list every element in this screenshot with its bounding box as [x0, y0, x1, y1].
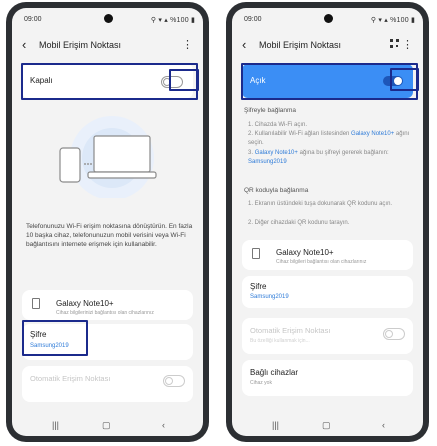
device-icon — [32, 298, 40, 309]
right-phone: 09:00 ⚲ ▾ ▴ %100 ▮ ‹ Mobil Erişim Noktas… — [226, 2, 429, 442]
auto-hotspot-title: Otomatik Erişim Noktası — [250, 326, 331, 335]
auto-hotspot-switch[interactable] — [383, 328, 405, 340]
home-icon[interactable]: ▢ — [102, 420, 111, 431]
highlight-box-switch — [169, 69, 199, 91]
step2-text-a: 2. Kullanılabilir Wi-Fi ağları listesind… — [248, 131, 350, 137]
step2-network: Galaxy Note10+ — [351, 131, 395, 137]
password-conn-header: Şifreyle bağlanma — [244, 107, 297, 114]
status-bar: 09:00 ⚲ ▾ ▴ %100 ▮ — [232, 8, 423, 28]
network-card[interactable]: Galaxy Note10+ Cihaz bilgilerinizi bağla… — [22, 290, 193, 320]
network-name: Galaxy Note10+ — [276, 248, 334, 257]
highlight-box-password — [22, 320, 88, 356]
status-icons: ⚲ ▾ ▴ %100 ▮ — [370, 17, 415, 24]
password-card[interactable]: Şifre Samsung2019 — [242, 276, 413, 308]
nav-bar: ||| ▢ ‹ — [232, 416, 423, 436]
auto-hotspot-card[interactable]: Otomatik Erişim Noktası Bu özelliği kull… — [242, 318, 413, 354]
nav-bar: ||| ▢ ‹ — [12, 416, 203, 436]
qr-step-1: 1. Ekranın üstündeki tuşa dokunarak QR k… — [248, 201, 393, 207]
page-title: Mobil Erişim Noktası — [39, 40, 122, 50]
recent-apps-icon[interactable]: ||| — [272, 420, 279, 430]
connected-value: Cihaz yok — [250, 380, 272, 386]
switch-knob — [385, 330, 393, 338]
status-icons: ⚲ ▾ ▴ %100 ▮ — [150, 17, 195, 24]
more-options-icon[interactable]: ⋮ — [182, 38, 193, 51]
password-step-2: 2. Kullanılabilir Wi-Fi ağları listesind… — [248, 130, 413, 148]
network-name: Galaxy Note10+ — [56, 299, 114, 308]
left-phone: 09:00 ⚲ ▾ ▴ %100 ▮ ‹ Mobil Erişim Noktas… — [6, 2, 209, 442]
back-arrow-icon[interactable]: ‹ — [22, 38, 26, 51]
password-value: Samsung2019 — [250, 294, 289, 300]
network-sub: Cihaz bilgileri bağlantısı olan cihazlar… — [276, 259, 367, 265]
device-icon — [252, 248, 260, 259]
left-screen: 09:00 ⚲ ▾ ▴ %100 ▮ ‹ Mobil Erişim Noktas… — [12, 8, 203, 436]
back-nav-icon[interactable]: ‹ — [382, 420, 385, 430]
more-options-icon[interactable]: ⋮ — [402, 38, 413, 51]
step3-password: Samsung2019 — [248, 159, 287, 165]
connected-devices-card[interactable]: Bağlı cihazlar Cihaz yok — [242, 360, 413, 396]
auto-hotspot-switch[interactable] — [163, 375, 185, 387]
qr-code-icon[interactable] — [390, 39, 399, 48]
highlight-box-switch — [390, 68, 419, 91]
step3-text-c: ağına bu şifreyi gererek bağlanın: — [299, 150, 389, 156]
hotspot-illustration — [59, 116, 157, 198]
front-camera — [323, 14, 333, 23]
auto-hotspot-sub: Bu özelliği kullanmak için... — [250, 338, 310, 344]
step3-text-a: 3. — [248, 150, 254, 156]
qr-conn-header: QR koduyla bağlanma — [244, 187, 309, 194]
back-nav-icon[interactable]: ‹ — [162, 420, 165, 430]
status-time: 09:00 — [24, 16, 42, 23]
status-bar: 09:00 ⚲ ▾ ▴ %100 ▮ — [12, 8, 203, 28]
right-screen: 09:00 ⚲ ▾ ▴ %100 ▮ ‹ Mobil Erişim Noktas… — [232, 8, 423, 436]
auto-hotspot-card[interactable]: Otomatik Erişim Noktası — [22, 366, 193, 402]
password-title: Şifre — [250, 282, 267, 291]
status-time: 09:00 — [244, 16, 262, 23]
auto-hotspot-title: Otomatik Erişim Noktası — [30, 374, 111, 383]
network-card[interactable]: Galaxy Note10+ Cihaz bilgileri bağlantıs… — [242, 240, 413, 270]
page-title: Mobil Erişim Noktası — [259, 40, 342, 50]
qr-step-2: 2. Diğer cihazdaki QR kodunu tarayın. — [248, 220, 350, 226]
recent-apps-icon[interactable]: ||| — [52, 420, 59, 430]
step3-network: Galaxy Note10+ — [254, 150, 298, 156]
password-step-3: 3. Galaxy Note10+ ağına bu şifreyi gerer… — [248, 149, 413, 167]
hotspot-description: Telefonunuzu Wi-Fi erişim noktasına dönü… — [26, 223, 193, 248]
connected-title: Bağlı cihazlar — [250, 368, 299, 377]
app-bar: ‹ Mobil Erişim Noktası ⋮ — [12, 32, 203, 58]
back-arrow-icon[interactable]: ‹ — [242, 38, 246, 51]
front-camera — [103, 14, 113, 23]
network-sub: Cihaz bilgilerinizi bağlantısı olan ciha… — [56, 310, 154, 316]
app-bar: ‹ Mobil Erişim Noktası ⋮ — [232, 32, 423, 58]
password-step-1: 1. Cihazda Wi-Fi açın. — [248, 122, 308, 128]
home-icon[interactable]: ▢ — [322, 420, 331, 431]
switch-knob — [165, 377, 173, 385]
